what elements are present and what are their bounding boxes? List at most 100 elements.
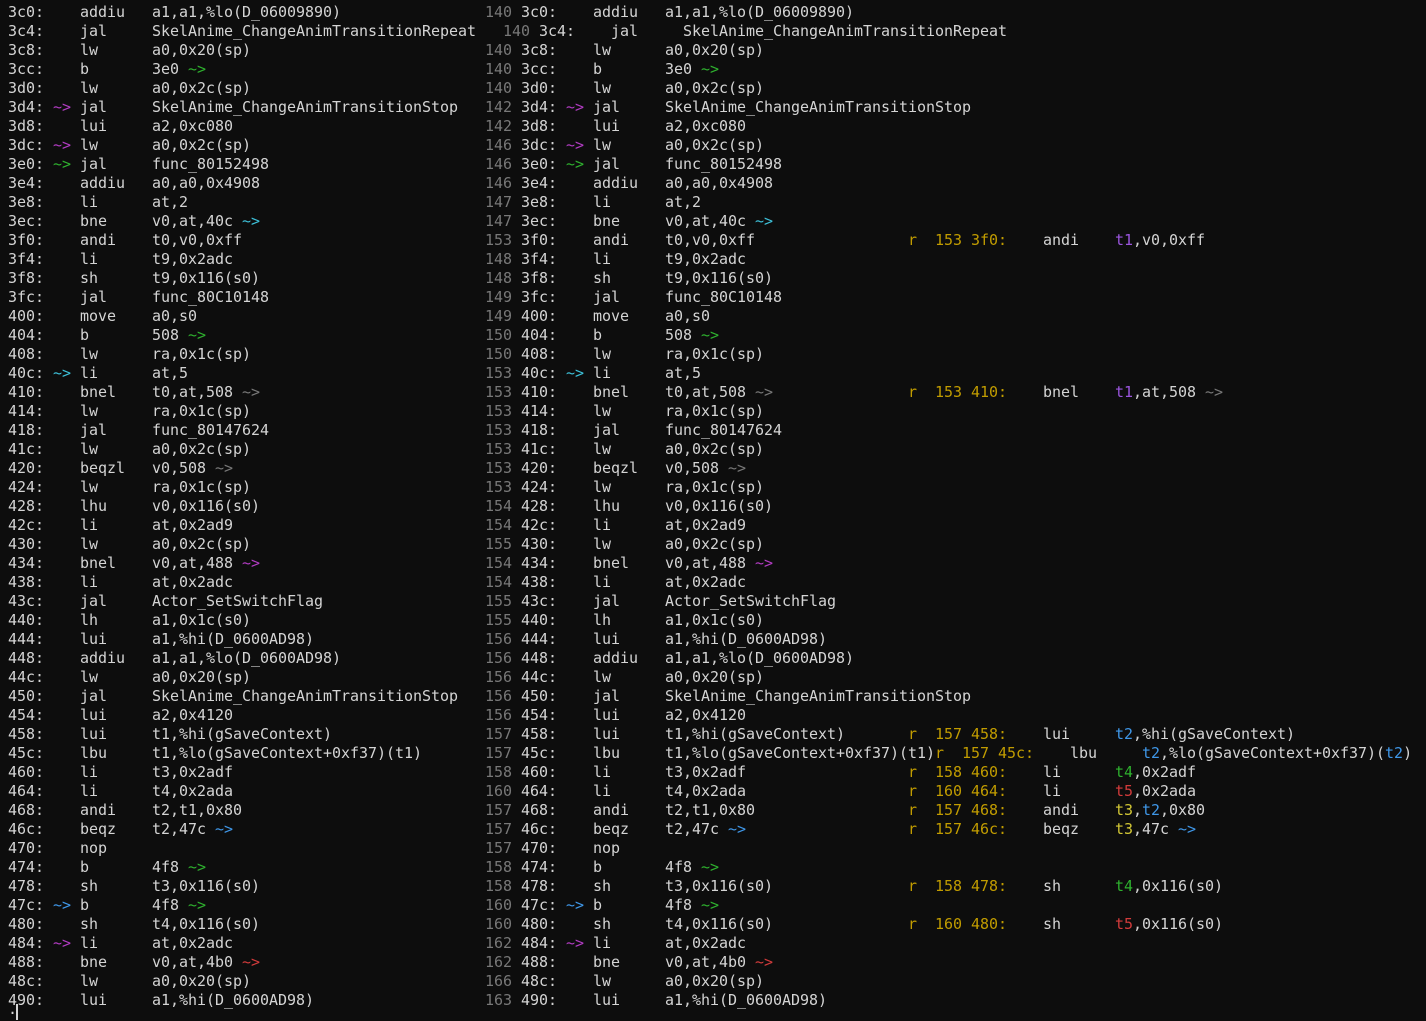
asm-row-418: 418:jalfunc_80147624153418:jalfunc_80147… — [0, 421, 1426, 440]
left-operands-text: 3e0 — [152, 60, 188, 78]
right-mnemonic: sh — [1043, 877, 1061, 896]
line-number: 157 — [485, 839, 512, 858]
branch-target-marker-text: ~> — [566, 934, 584, 952]
left-mnemonic: jal — [80, 288, 107, 307]
line-number: 140 — [485, 3, 512, 22]
reg-diff-marker: r — [908, 725, 917, 744]
mid-operands: 4f8 ~> — [665, 858, 719, 877]
right-mnemonic: beqz — [1043, 820, 1079, 839]
line-number: 146 — [485, 174, 512, 193]
mid-operands: Actor_SetSwitchFlag — [665, 592, 836, 611]
right-operands-text: , — [1133, 801, 1142, 819]
right-address: 460: — [971, 763, 1007, 782]
asm-row-3f4: 3f4:lit9,0x2adc1483f4:lit9,0x2adc — [0, 250, 1426, 269]
mid-operands: ra,0x1c(sp) — [665, 478, 764, 497]
line-number: 147 — [485, 212, 512, 231]
mid-operands-text: v0,at,4b0 — [665, 953, 755, 971]
left-operands: t4,0x2ada — [152, 782, 233, 801]
mid-mnemonic-text: li — [593, 934, 611, 952]
asm-row-3c4: 3c4:jalSkelAnime_ChangeAnimTransitionRep… — [0, 22, 1426, 41]
right-line-number: 157 — [935, 820, 962, 839]
mid-address: 418: — [521, 421, 557, 440]
right-operands-text: ,%hi(gSaveContext) — [1133, 725, 1295, 743]
mid-mnemonic: lw — [593, 440, 611, 459]
mid-address: 45c: — [521, 744, 557, 763]
left-address: 3d0: — [8, 79, 44, 98]
left-operands-text: t2,t1,0x80 — [152, 801, 242, 819]
mid-operands-text: t1,%lo(gSaveContext+0xf37)(t1) — [665, 744, 935, 762]
branch-target-marker: ~> — [53, 98, 71, 117]
right-operands-text: t5 — [1115, 782, 1133, 800]
line-number-text: 146 — [485, 136, 512, 154]
right-address-text: 460: — [971, 763, 1007, 781]
left-address: 408: — [8, 345, 44, 364]
mid-address: 3ec: — [521, 212, 557, 231]
line-number-text: 149 — [485, 288, 512, 306]
left-address-text: 434: — [8, 554, 44, 572]
line-number: 157 — [485, 820, 512, 839]
left-address-text: 44c: — [8, 668, 44, 686]
left-address: 3c4: — [8, 22, 44, 41]
left-address-text: 48c: — [8, 972, 44, 990]
mid-operands: a0,0x2c(sp) — [665, 79, 764, 98]
right-mnemonic-text: li — [1043, 763, 1061, 781]
mid-operands: 3e0 ~> — [665, 60, 719, 79]
left-address: 46c: — [8, 820, 44, 839]
left-operands: ra,0x1c(sp) — [152, 478, 251, 497]
mid-operands-text: a2,0x4120 — [665, 706, 746, 724]
left-address: 474: — [8, 858, 44, 877]
right-mnemonic: andi — [1043, 801, 1079, 820]
left-operands: a0,s0 — [152, 307, 197, 326]
reg-diff-marker-text: r — [908, 725, 917, 743]
reg-diff-marker: r — [908, 820, 917, 839]
right-operands: t2,%hi(gSaveContext) — [1115, 725, 1295, 744]
terminal[interactable]: 3c0:addiua1,a1,%lo(D_06009890)1403c0:add… — [0, 0, 1426, 1021]
mid-mnemonic-text: jal — [593, 687, 620, 705]
right-operands-text: ,0x116(s0) — [1133, 915, 1223, 933]
mid-mnemonic-text: jal — [593, 592, 620, 610]
right-mnemonic-text: li — [1043, 782, 1061, 800]
left-mnemonic: lw — [80, 668, 98, 687]
mid-address-text: 46c: — [521, 820, 557, 838]
left-address-text: 450: — [8, 687, 44, 705]
line-number-text: 153 — [485, 478, 512, 496]
right-address-text: 458: — [971, 725, 1007, 743]
mid-address-text: 3dc: — [521, 136, 557, 154]
left-address: 3f8: — [8, 269, 44, 288]
branch-target-marker: ~> — [53, 136, 71, 155]
mid-address: 3c0: — [521, 3, 557, 22]
left-operands: a1,a1,%lo(D_06009890) — [152, 3, 341, 22]
line-number: 156 — [485, 649, 512, 668]
left-mnemonic: sh — [80, 877, 98, 896]
left-address-text: 440: — [8, 611, 44, 629]
reg-diff-marker: r — [908, 915, 917, 934]
left-operands-text: at,0x2ad9 — [152, 516, 233, 534]
line-number: 140 — [485, 41, 512, 60]
mid-address: 44c: — [521, 668, 557, 687]
mid-operands-text: ra,0x1c(sp) — [665, 345, 764, 363]
left-operands-text: Actor_SetSwitchFlag — [152, 592, 323, 610]
mid-address-text: 40c: — [521, 364, 557, 382]
right-address-text: 3f0: — [971, 231, 1007, 249]
mid-mnemonic-text: beqz — [593, 820, 629, 838]
mid-mnemonic-text: bnel — [593, 383, 629, 401]
line-number-text: 154 — [485, 573, 512, 591]
line-number-text: 157 — [485, 744, 512, 762]
left-operands-text: a0,0x20(sp) — [152, 972, 251, 990]
left-address-text: 418: — [8, 421, 44, 439]
left-operands-text: v0,at,488 — [152, 554, 242, 572]
asm-row-40c: 40c:~>liat,515340c:~>liat,5 — [0, 364, 1426, 383]
mid-address-text: 450: — [521, 687, 557, 705]
left-address: 410: — [8, 383, 44, 402]
asm-row-42c: 42c:liat,0x2ad915442c:liat,0x2ad9 — [0, 516, 1426, 535]
mid-operands-text: a0,0x20(sp) — [665, 41, 764, 59]
mid-address: 46c: — [521, 820, 557, 839]
left-address-text: 47c: — [8, 896, 44, 914]
right-operands-text: t3 — [1115, 801, 1133, 819]
mid-operands: t3,0x116(s0) — [665, 877, 773, 896]
line-number: 158 — [485, 763, 512, 782]
left-mnemonic-text: sh — [80, 877, 98, 895]
mid-operands-text: v0,at,40c — [665, 212, 755, 230]
mid-operands-text: ~> — [701, 60, 719, 78]
mid-address: 428: — [521, 497, 557, 516]
